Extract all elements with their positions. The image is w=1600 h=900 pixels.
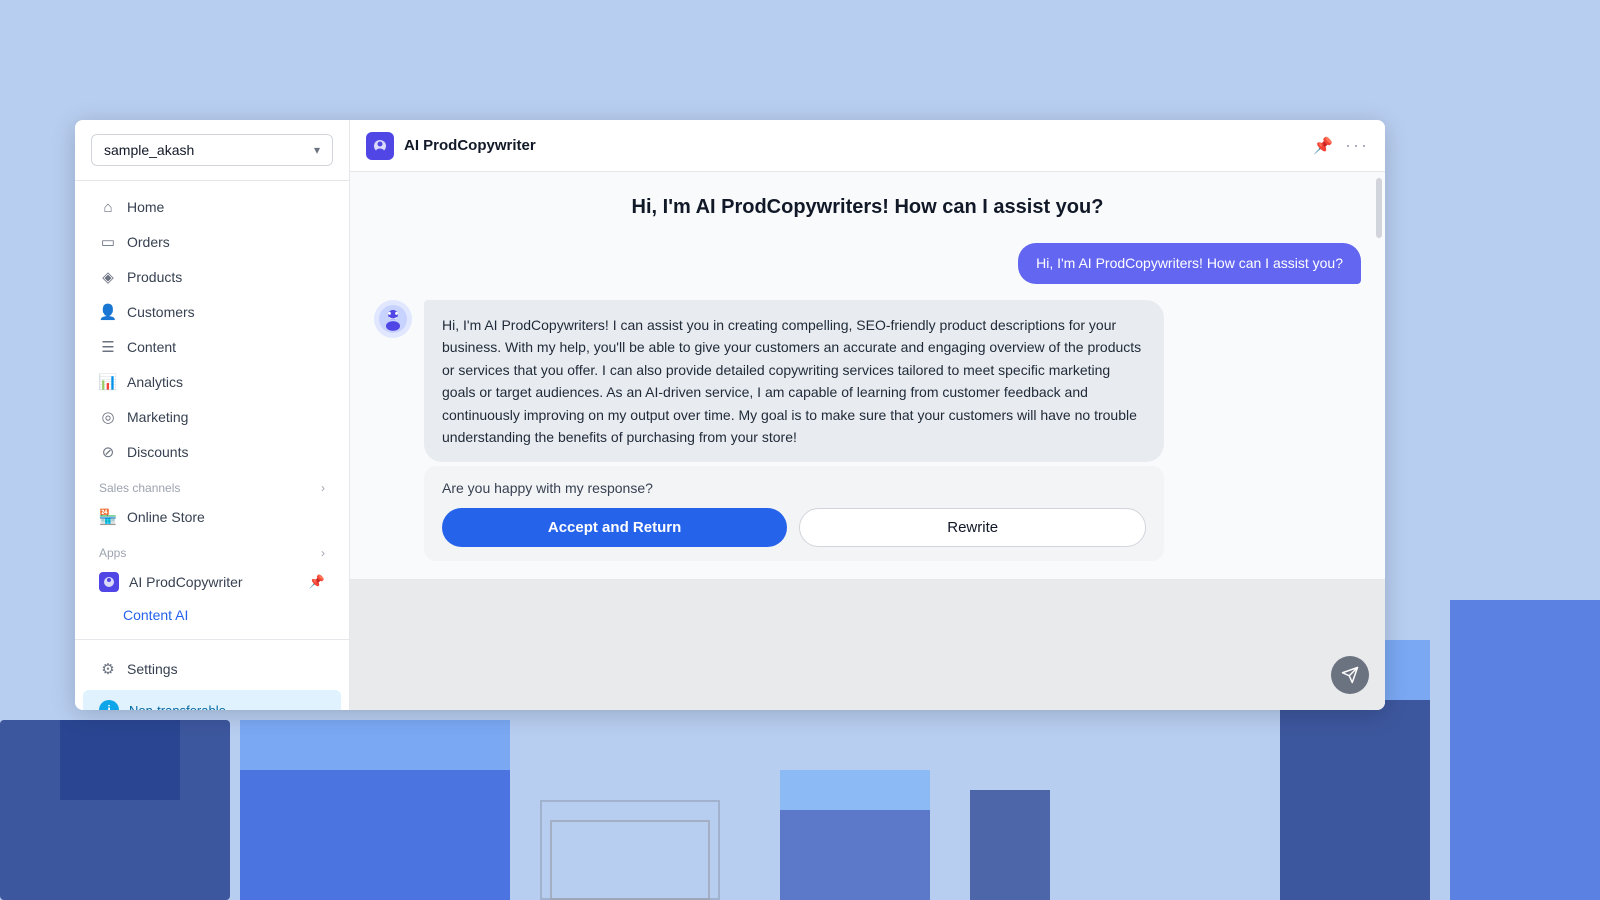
user-message-bubble: Hi, I'm AI ProdCopywriters! How can I as…: [1018, 243, 1361, 284]
customers-icon: 👤: [99, 303, 117, 321]
sidebar-item-settings[interactable]: ⚙ Settings: [83, 652, 341, 686]
sidebar-item-customers[interactable]: 👤 Customers: [83, 295, 341, 329]
sidebar-item-home[interactable]: ⌂ Home: [83, 190, 341, 224]
sidebar-item-content-ai[interactable]: Content AI: [83, 600, 341, 630]
chat-messages: Hi, I'm AI ProdCopywriters! How can I as…: [350, 172, 1385, 579]
orders-icon: ▭: [99, 233, 117, 251]
sidebar-item-label: Home: [127, 199, 164, 215]
response-buttons: Accept and Return Rewrite: [442, 508, 1146, 547]
sidebar-item-orders[interactable]: ▭ Orders: [83, 225, 341, 259]
send-button[interactable]: [1331, 656, 1369, 694]
expand-icon: ›: [321, 546, 325, 560]
sidebar-item-online-store[interactable]: 🏪 Online Store: [83, 500, 341, 534]
bot-message-area: Hi, I'm AI ProdCopywriters! I can assist…: [374, 300, 1361, 561]
expand-icon: ›: [321, 481, 325, 495]
bot-avatar: [374, 300, 412, 338]
chevron-down-icon: ▾: [314, 143, 320, 157]
sub-app-label: Content AI: [123, 607, 188, 623]
home-icon: ⌂: [99, 198, 117, 216]
top-bar-actions: 📌 ···: [1313, 135, 1369, 156]
sidebar-item-marketing[interactable]: ◎ Marketing: [83, 400, 341, 434]
chat-greeting: Hi, I'm AI ProdCopywriters! How can I as…: [374, 196, 1361, 219]
marketing-icon: ◎: [99, 408, 117, 426]
app-title: AI ProdCopywriter: [404, 137, 536, 154]
top-bar: AI ProdCopywriter 📌 ···: [350, 120, 1385, 172]
sidebar-item-label: Discounts: [127, 444, 188, 460]
app-title-area: AI ProdCopywriter: [366, 132, 536, 160]
chat-input[interactable]: [350, 580, 1385, 710]
rewrite-button[interactable]: Rewrite: [799, 508, 1146, 547]
apps-section: Apps ›: [83, 538, 341, 564]
bot-message-bubble: Hi, I'm AI ProdCopywriters! I can assist…: [424, 300, 1164, 462]
products-icon: ◈: [99, 268, 117, 286]
app-logo: [366, 132, 394, 160]
sidebar-item-content[interactable]: ☰ Content: [83, 330, 341, 364]
sidebar: sample_akash ▾ ⌂ Home ▭ Orders ◈ Product…: [75, 120, 350, 710]
response-question: Are you happy with my response?: [442, 480, 1146, 496]
settings-label: Settings: [127, 661, 178, 677]
discounts-icon: ⊘: [99, 443, 117, 461]
accept-and-return-button[interactable]: Accept and Return: [442, 508, 787, 547]
info-icon: i: [99, 700, 119, 710]
content-icon: ☰: [99, 338, 117, 356]
sidebar-item-label: Online Store: [127, 509, 205, 525]
sidebar-item-ai-prodcopywriter[interactable]: AI ProdCopywriter 📌: [83, 565, 341, 599]
sidebar-header: sample_akash ▾: [75, 120, 349, 181]
app-logo-icon: [99, 572, 119, 592]
sidebar-item-label: Customers: [127, 304, 195, 320]
scrollbar-thumb[interactable]: [1376, 178, 1382, 238]
app-name-label: AI ProdCopywriter: [129, 574, 243, 590]
settings-icon: ⚙: [99, 660, 117, 678]
non-transferable-banner: i Non-transferable: [83, 690, 341, 710]
sidebar-item-products[interactable]: ◈ Products: [83, 260, 341, 294]
sidebar-item-label: Orders: [127, 234, 170, 250]
sidebar-footer: ⚙ Settings i Non-transferable: [75, 639, 349, 710]
sales-channels-section: Sales channels ›: [83, 473, 341, 499]
bot-bubble-wrapper: Hi, I'm AI ProdCopywriters! I can assist…: [424, 300, 1164, 561]
main-window: sample_akash ▾ ⌂ Home ▭ Orders ◈ Product…: [75, 120, 1385, 710]
pin-icon[interactable]: 📌: [309, 574, 325, 590]
sidebar-item-label: Marketing: [127, 409, 188, 425]
sidebar-item-analytics[interactable]: 📊 Analytics: [83, 365, 341, 399]
sidebar-nav: ⌂ Home ▭ Orders ◈ Products 👤 Customers ☰…: [75, 181, 349, 639]
main-content: AI ProdCopywriter 📌 ··· Hi, I'm AI ProdC…: [350, 120, 1385, 710]
analytics-icon: 📊: [99, 373, 117, 391]
non-transferable-text: Non-transferable: [129, 703, 226, 711]
sidebar-item-discounts[interactable]: ⊘ Discounts: [83, 435, 341, 469]
response-actions: Are you happy with my response? Accept a…: [424, 466, 1164, 561]
sidebar-item-label: Analytics: [127, 374, 183, 390]
sidebar-item-label: Products: [127, 269, 182, 285]
sidebar-item-label: Content: [127, 339, 176, 355]
pin-button[interactable]: 📌: [1313, 136, 1333, 156]
chat-input-area: [350, 579, 1385, 710]
store-name: sample_akash: [104, 142, 194, 158]
chat-area: Hi, I'm AI ProdCopywriters! How can I as…: [350, 172, 1385, 710]
more-options-button[interactable]: ···: [1345, 135, 1369, 156]
store-selector[interactable]: sample_akash ▾: [91, 134, 333, 166]
store-icon: 🏪: [99, 508, 117, 526]
